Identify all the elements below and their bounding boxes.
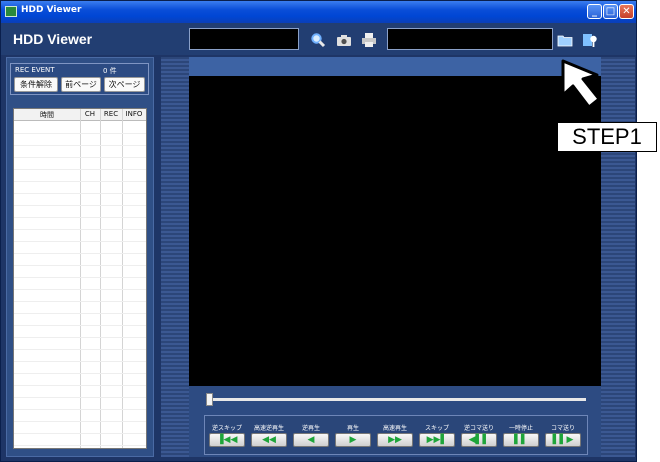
table-row-divider bbox=[14, 205, 146, 206]
skip-forward-icon: ▶▶▌ bbox=[426, 435, 448, 445]
table-row-divider bbox=[14, 385, 146, 386]
reverse-label: 逆再生 bbox=[301, 425, 320, 432]
table-row-divider bbox=[14, 421, 146, 422]
column-divider bbox=[80, 109, 81, 448]
skip-forward-button[interactable]: ▶▶▌ bbox=[419, 433, 455, 447]
close-button[interactable]: ✕ bbox=[619, 4, 634, 19]
app-header: HDD Viewer bbox=[1, 23, 636, 55]
column-divider bbox=[100, 109, 101, 448]
column-divider bbox=[122, 109, 123, 448]
fast-forward-icon: ▶▶ bbox=[388, 435, 402, 445]
table-row-divider bbox=[14, 253, 146, 254]
minimize-icon: _ bbox=[592, 6, 597, 17]
skip-forward-label: スキップ bbox=[424, 425, 449, 432]
table-row-divider bbox=[14, 229, 146, 230]
step-pointer-arrow-icon bbox=[561, 59, 601, 109]
app-window: HDD Viewer _ □ ✕ HDD Viewer REC EVENT 0 … bbox=[0, 0, 637, 462]
search-icon[interactable] bbox=[310, 32, 326, 48]
step-annotation-label: STEP1 bbox=[557, 122, 657, 152]
table-row-divider bbox=[14, 301, 146, 302]
settings-icon[interactable] bbox=[582, 32, 598, 48]
column-header-rec[interactable]: REC bbox=[100, 110, 122, 118]
camera-icon[interactable] bbox=[336, 32, 352, 48]
table-row-divider bbox=[14, 181, 146, 182]
event-table[interactable]: 時間 CH REC INFO bbox=[13, 108, 147, 449]
column-header-ch[interactable]: CH bbox=[80, 110, 100, 118]
close-icon: ✕ bbox=[622, 6, 631, 17]
pause-icon: ▌▌ bbox=[514, 435, 528, 445]
table-row-divider bbox=[14, 361, 146, 362]
table-row-divider bbox=[14, 349, 146, 350]
left-frame-stripes bbox=[161, 57, 189, 457]
frame-forward-button[interactable]: ▌▌▶ bbox=[545, 433, 581, 447]
table-row-divider bbox=[14, 169, 146, 170]
minimize-button[interactable]: _ bbox=[587, 4, 602, 19]
column-header-time[interactable]: 時間 bbox=[14, 110, 80, 120]
table-row-divider bbox=[14, 445, 146, 446]
rec-event-count: 0 件 bbox=[103, 67, 117, 75]
reverse-icon: ◀ bbox=[307, 435, 315, 445]
skip-back-icon: ▐◀◀ bbox=[216, 435, 238, 445]
fast-reverse-icon: ◀◀ bbox=[262, 435, 276, 445]
reverse-button[interactable]: ◀ bbox=[293, 433, 329, 447]
table-row-divider bbox=[14, 145, 146, 146]
window-title: HDD Viewer bbox=[21, 5, 82, 15]
maximize-icon: □ bbox=[605, 6, 616, 17]
frame-back-button[interactable]: ◀▌▌ bbox=[461, 433, 497, 447]
path-display-field bbox=[387, 28, 553, 50]
playback-slider-thumb[interactable] bbox=[206, 393, 213, 406]
frame-forward-label: コマ送り bbox=[550, 425, 575, 432]
printer-icon[interactable] bbox=[361, 32, 377, 48]
fast-reverse-button[interactable]: ◀◀ bbox=[251, 433, 287, 447]
table-row-divider bbox=[14, 337, 146, 338]
video-display[interactable] bbox=[189, 76, 601, 386]
date-display-field bbox=[189, 28, 299, 50]
table-row-divider bbox=[14, 265, 146, 266]
table-row-divider bbox=[14, 313, 146, 314]
frame-forward-icon: ▌▌▶ bbox=[552, 435, 574, 445]
fast-forward-label: 高速再生 bbox=[382, 425, 407, 432]
table-row-divider bbox=[14, 193, 146, 194]
playback-slider-track[interactable] bbox=[206, 398, 586, 401]
column-header-info[interactable]: INFO bbox=[122, 110, 146, 118]
clear-conditions-button[interactable]: 条件解除 bbox=[14, 77, 58, 92]
video-header-bar bbox=[189, 57, 601, 76]
table-row-divider bbox=[14, 157, 146, 158]
skip-back-button[interactable]: ▐◀◀ bbox=[209, 433, 245, 447]
app-title: HDD Viewer bbox=[13, 31, 93, 47]
next-page-button[interactable]: 次ページ bbox=[104, 77, 145, 92]
folder-icon[interactable] bbox=[557, 32, 573, 48]
table-row-divider bbox=[14, 325, 146, 326]
frame-back-label: 逆コマ送り bbox=[463, 425, 494, 432]
play-button[interactable]: ▶ bbox=[335, 433, 371, 447]
fast-reverse-label: 高速逆再生 bbox=[253, 425, 284, 432]
fast-forward-button[interactable]: ▶▶ bbox=[377, 433, 413, 447]
rec-event-panel: REC EVENT 0 件 条件解除 前ページ 次ページ bbox=[10, 63, 149, 95]
table-row-divider bbox=[14, 217, 146, 218]
table-row-divider bbox=[14, 133, 146, 134]
prev-page-button[interactable]: 前ページ bbox=[61, 77, 101, 92]
play-icon: ▶ bbox=[349, 435, 357, 445]
title-bar: HDD Viewer _ □ ✕ bbox=[1, 1, 636, 23]
table-row-divider bbox=[14, 241, 146, 242]
pause-label: 一時停止 bbox=[508, 425, 533, 432]
rec-event-label: REC EVENT bbox=[15, 66, 55, 74]
play-label: 再生 bbox=[346, 425, 359, 432]
table-row-divider bbox=[14, 277, 146, 278]
table-row-divider bbox=[14, 409, 146, 410]
table-row-divider bbox=[14, 397, 146, 398]
table-row-divider bbox=[14, 289, 146, 290]
pause-button[interactable]: ▌▌ bbox=[503, 433, 539, 447]
table-row-divider bbox=[14, 373, 146, 374]
table-row-divider bbox=[14, 433, 146, 434]
frame-back-icon: ◀▌▌ bbox=[468, 435, 490, 445]
maximize-button[interactable]: □ bbox=[603, 4, 618, 19]
skip-back-label: 逆スキップ bbox=[211, 425, 242, 432]
app-icon bbox=[5, 6, 17, 17]
